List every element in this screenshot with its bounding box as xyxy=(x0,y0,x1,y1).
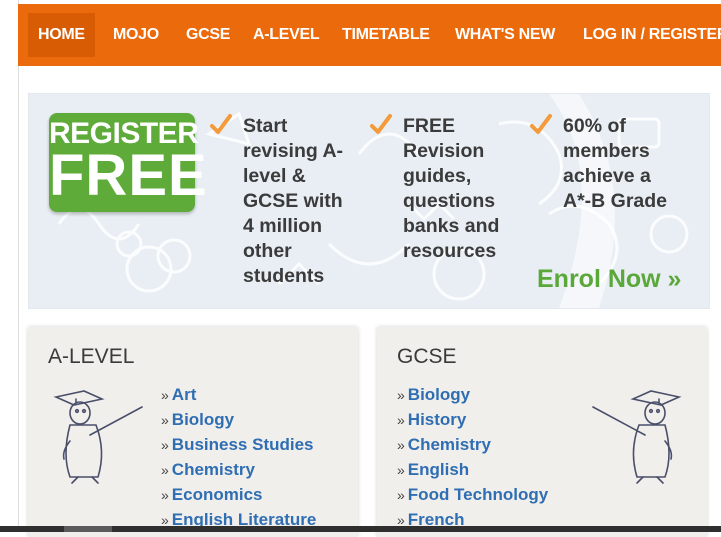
gcse-title: GCSE xyxy=(397,345,457,368)
alevel-panel: A-LEVEL » Art » Biology » Business Studies … xyxy=(28,327,358,537)
nav-mojo[interactable]: MOJO xyxy=(113,13,159,57)
alevel-subject-list: » Art » Biology » Business Studies » Chemist… xyxy=(161,382,316,532)
subject-link[interactable]: Economics xyxy=(172,485,263,504)
list-item: » Business Studies xyxy=(161,435,314,454)
scrollbar-thumb[interactable] xyxy=(64,526,112,532)
subject-link[interactable]: Chemistry xyxy=(408,435,491,454)
feature-3: 60% of members achieve a A*-B Grade xyxy=(563,115,668,212)
nav-whats-new[interactable]: WHAT'S NEW xyxy=(455,13,555,57)
subject-link[interactable]: Chemistry xyxy=(172,460,255,479)
list-item: » Biology xyxy=(161,410,235,429)
alevel-title: A-LEVEL xyxy=(48,345,135,368)
check-icon xyxy=(530,114,552,134)
subject-link[interactable]: Biology xyxy=(408,385,470,404)
gcse-subject-list: » Biology » History » Chemistry » English » F… xyxy=(397,382,548,532)
check-icon xyxy=(210,114,232,134)
list-item: » Economics xyxy=(161,485,263,504)
nav-home[interactable]: HOME xyxy=(28,13,95,57)
graduate-doodle-icon xyxy=(53,390,143,484)
subject-link[interactable]: History xyxy=(408,410,467,429)
list-item: » Art xyxy=(161,385,197,404)
list-item: » History xyxy=(397,410,467,429)
gcse-panel: GCSE » Biology » History » Chemistry » Engli… xyxy=(377,327,707,537)
subject-link[interactable]: Art xyxy=(172,385,197,404)
nav-timetable[interactable]: TIMETABLE xyxy=(342,13,430,57)
left-gutter xyxy=(0,0,18,532)
enrol-now-link[interactable]: Enrol Now » xyxy=(537,265,681,294)
list-item: » Chemistry xyxy=(397,435,491,454)
list-item: » Biology xyxy=(397,385,471,404)
subject-link[interactable]: Biology xyxy=(172,410,234,429)
feature-1: Start revising A- level & GCSE with 4 mi… xyxy=(243,115,344,287)
promo-banner[interactable]: REGISTER FREE Start revising A- level & … xyxy=(28,93,710,309)
check-icon xyxy=(370,114,392,134)
nav-alevel[interactable]: A-LEVEL xyxy=(253,13,320,57)
list-item: » English xyxy=(397,460,470,479)
subject-link[interactable]: Food Technology xyxy=(408,485,548,504)
nav-login-register[interactable]: LOG IN / REGISTER xyxy=(583,13,721,57)
free-label: FREE xyxy=(49,143,208,208)
subject-link[interactable]: Business Studies xyxy=(172,435,314,454)
main-nav: HOME MOJO GCSE A-LEVEL TIMETABLE WHAT'S … xyxy=(18,4,721,66)
nav-gcse[interactable]: GCSE xyxy=(186,13,230,57)
register-free-button[interactable]: REGISTER FREE xyxy=(49,113,208,212)
list-item: » Chemistry xyxy=(161,460,255,479)
horizontal-scrollbar[interactable] xyxy=(0,526,721,532)
graduate-doodle-icon xyxy=(592,390,682,484)
subject-link[interactable]: English xyxy=(408,460,469,479)
list-item: » Food Technology xyxy=(397,485,549,504)
feature-2: FREE Revision guides, questions banks an… xyxy=(403,115,500,262)
